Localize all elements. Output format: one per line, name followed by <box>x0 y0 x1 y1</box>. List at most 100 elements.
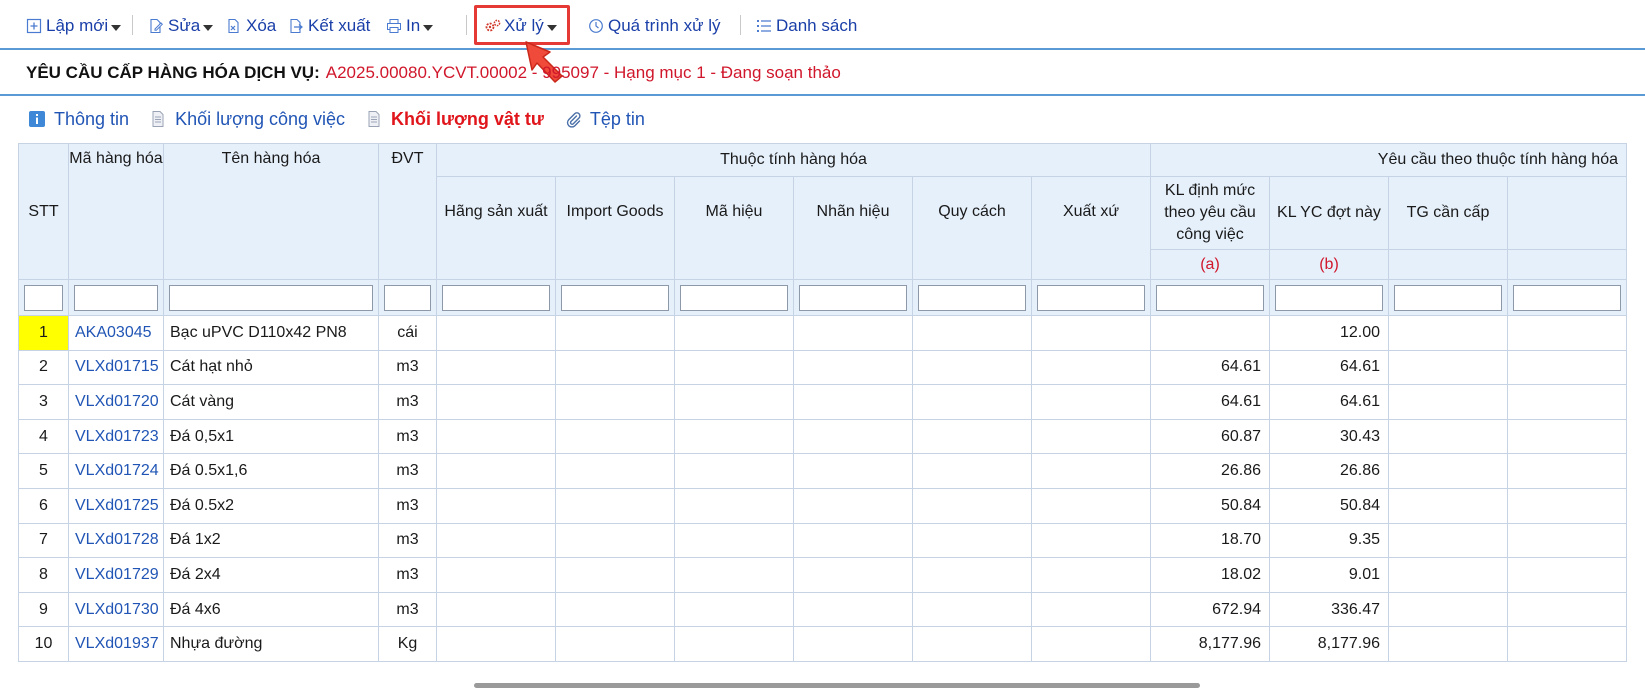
table-row[interactable]: 10 VLXd01937 Nhựa đường Kg 8,177.96 8,17… <box>18 626 1627 662</box>
cell-empty <box>1507 418 1627 455</box>
col-header-kl-norm[interactable]: KL định mức theo yêu cầu công việc <box>1150 176 1270 250</box>
cell-empty <box>912 349 1032 386</box>
table-row[interactable]: 4 VLXd01723 Đá 0,5x1 m3 60.87 30.43 <box>18 418 1627 455</box>
list-button[interactable]: Danh sách <box>756 14 857 38</box>
table-row[interactable]: 5 VLXd01724 Đá 0.5x1,6 m3 26.86 26.86 <box>18 453 1627 489</box>
cell-empty <box>674 487 794 524</box>
cell-empty <box>1388 349 1508 386</box>
toolbar-divider <box>132 15 133 35</box>
cell-code-link[interactable]: VLXd01724 <box>68 453 164 489</box>
cell-stt[interactable]: 7 <box>18 522 69 559</box>
filter-cell <box>163 279 379 316</box>
col-header-origin[interactable]: Xuất xứ <box>1031 176 1151 280</box>
tab-work-volume[interactable]: Khối lượng công việc <box>149 109 345 130</box>
filter-spec-input[interactable] <box>918 284 1026 311</box>
cell-stt[interactable]: 1 <box>18 315 69 351</box>
cell-stt[interactable]: 6 <box>18 487 69 524</box>
cell-stt[interactable]: 9 <box>18 591 69 628</box>
cell-empty <box>436 626 556 662</box>
table-row[interactable]: 7 VLXd01728 Đá 1x2 m3 18.70 9.35 <box>18 522 1627 559</box>
col-header-manufacturer[interactable]: Hãng sản xuất <box>436 176 556 280</box>
table-row[interactable]: 1 AKA03045 Bạc uPVC D110x42 PN8 cái 12.0… <box>18 315 1627 351</box>
cell-empty <box>1031 626 1151 662</box>
cell-code-link[interactable]: VLXd01725 <box>68 487 164 524</box>
filter-stt-input[interactable] <box>24 284 63 311</box>
cell-stt[interactable]: 8 <box>18 557 69 593</box>
filter-model-input[interactable] <box>680 284 788 311</box>
filter-kl-norm-input[interactable] <box>1156 284 1264 311</box>
cell-empty <box>1031 349 1151 386</box>
cell-empty <box>1388 557 1508 593</box>
cell-code-link[interactable]: VLXd01729 <box>68 557 164 593</box>
col-header-tg[interactable]: TG cần cấp <box>1388 176 1508 250</box>
table-row[interactable]: 6 VLXd01725 Đá 0.5x2 m3 50.84 50.84 <box>18 487 1627 524</box>
cell-empty <box>436 522 556 559</box>
col-header-stt[interactable]: STT <box>18 143 69 280</box>
filter-extra-input[interactable] <box>1513 284 1621 311</box>
cell-code-link[interactable]: VLXd01723 <box>68 418 164 455</box>
tab-material-volume[interactable]: Khối lượng vật tư <box>365 109 544 130</box>
cell-code-link[interactable]: VLXd01728 <box>68 522 164 559</box>
table-row[interactable]: 2 VLXd01715 Cát hạt nhỏ m3 64.61 64.61 <box>18 349 1627 386</box>
cell-kl-norm: 64.61 <box>1150 349 1270 386</box>
col-header-unit[interactable]: ĐVT <box>378 143 437 280</box>
record-title: YÊU CẦU CẤP HÀNG HÓA DỊCH VỤ: A2025.0008… <box>0 52 1645 96</box>
col-header-brand[interactable]: Nhãn hiệu <box>793 176 913 280</box>
cell-name: Nhựa đường <box>163 626 379 662</box>
filter-origin-input[interactable] <box>1037 284 1145 311</box>
table-row[interactable]: 3 VLXd01720 Cát vàng m3 64.61 64.61 <box>18 384 1627 420</box>
col-header-kl-request[interactable]: KL YC đợt này <box>1269 176 1389 250</box>
col-header-spec[interactable]: Quy cách <box>912 176 1032 280</box>
cell-stt[interactable]: 4 <box>18 418 69 455</box>
cell-name: Đá 0.5x1,6 <box>163 453 379 489</box>
table-row[interactable]: 8 VLXd01729 Đá 2x4 m3 18.02 9.01 <box>18 557 1627 593</box>
filter-tg-input[interactable] <box>1394 284 1502 311</box>
cell-stt[interactable]: 3 <box>18 384 69 420</box>
cell-empty <box>1507 522 1627 559</box>
col-group-requirements-label: Yêu cầu theo thuộc tính hàng hóa <box>1377 151 1618 168</box>
filter-brand-input[interactable] <box>799 284 907 311</box>
table-row[interactable]: 9 VLXd01730 Đá 4x6 m3 672.94 336.47 <box>18 591 1627 628</box>
col-header-code[interactable]: Mã hàng hóa <box>68 143 164 280</box>
col-header-model[interactable]: Mã hiệu <box>674 176 794 280</box>
filter-manufacturer-input[interactable] <box>442 284 550 311</box>
cell-empty <box>793 522 913 559</box>
tab-info[interactable]: Thông tin <box>28 109 129 130</box>
export-button[interactable]: Kết xuất <box>288 14 370 38</box>
cell-stt[interactable]: 10 <box>18 626 69 662</box>
cell-empty <box>793 591 913 628</box>
cell-empty <box>912 453 1032 489</box>
tab-files[interactable]: Tệp tin <box>564 109 645 130</box>
cell-code-link[interactable]: VLXd01937 <box>68 626 164 662</box>
cell-empty <box>555 626 675 662</box>
cell-empty <box>1507 487 1627 524</box>
cell-stt[interactable]: 5 <box>18 453 69 489</box>
new-button[interactable]: Lập mới <box>26 14 122 38</box>
edit-button[interactable]: Sửa <box>148 14 214 38</box>
col-header-import-goods[interactable]: Import Goods <box>555 176 675 280</box>
cell-stt[interactable]: 2 <box>18 349 69 386</box>
cell-empty <box>1031 487 1151 524</box>
filter-kl-request-input[interactable] <box>1275 284 1383 311</box>
col-header-name[interactable]: Tên hàng hóa <box>163 143 379 280</box>
cell-code-link[interactable]: VLXd01720 <box>68 384 164 420</box>
cell-code-link[interactable]: VLXd01730 <box>68 591 164 628</box>
filter-unit-input[interactable] <box>384 284 431 311</box>
delete-button[interactable]: Xóa <box>226 14 276 38</box>
cell-empty <box>674 453 794 489</box>
filter-import-goods-input[interactable] <box>561 284 669 311</box>
cell-code-link[interactable]: AKA03045 <box>68 315 164 351</box>
plus-square-icon <box>26 18 42 34</box>
filter-code-input[interactable] <box>74 284 158 311</box>
note-b: (b) <box>1269 249 1389 280</box>
print-button[interactable]: In <box>386 14 434 38</box>
filter-name-input[interactable] <box>169 284 373 311</box>
history-button[interactable]: Quá trình xử lý <box>588 14 720 38</box>
cell-name: Đá 0.5x2 <box>163 487 379 524</box>
cell-code-link[interactable]: VLXd01715 <box>68 349 164 386</box>
cell-empty <box>912 315 1032 351</box>
cell-empty <box>436 384 556 420</box>
horizontal-scrollbar[interactable] <box>474 683 1200 688</box>
filter-cell <box>436 279 556 316</box>
new-label: Lập mới <box>46 16 109 35</box>
